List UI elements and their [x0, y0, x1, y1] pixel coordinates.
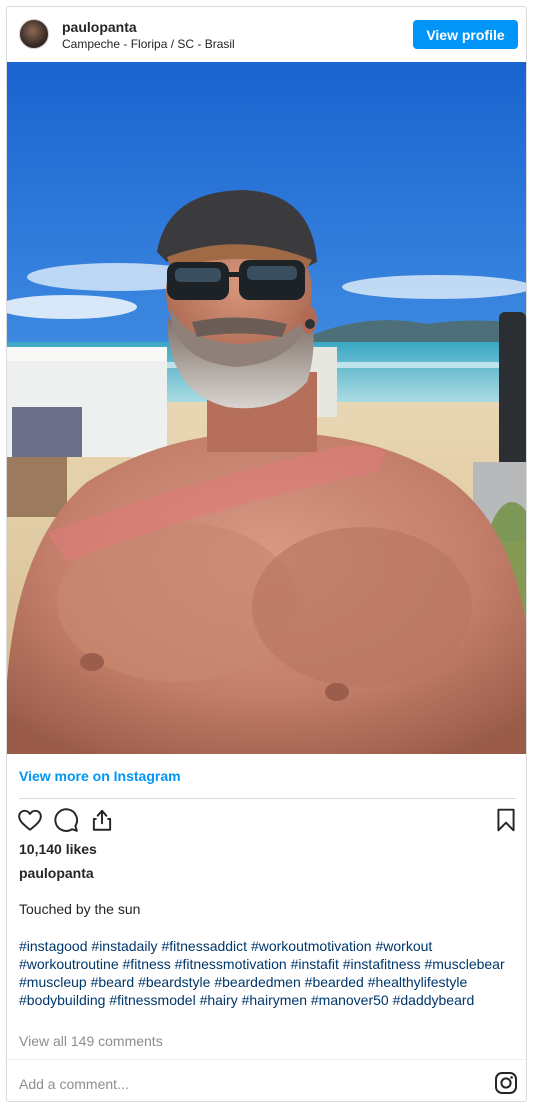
- divider: [19, 798, 516, 799]
- instagram-embed-card: paulopanta Campeche - Floripa / SC - Bra…: [6, 6, 527, 1102]
- heart-icon[interactable]: [17, 807, 43, 833]
- comment-icon-svg: [54, 808, 78, 832]
- hashtag-link[interactable]: #instafitness: [343, 956, 421, 972]
- view-profile-button[interactable]: View profile: [413, 20, 518, 49]
- hashtag-link[interactable]: #beard: [91, 974, 135, 990]
- post-username[interactable]: paulopanta: [19, 865, 94, 881]
- hashtag-link[interactable]: #hairymen: [242, 992, 307, 1008]
- username[interactable]: paulopanta: [62, 19, 137, 35]
- action-bar: [7, 807, 526, 837]
- hashtag-link[interactable]: #muscleup: [19, 974, 87, 990]
- caption: Touched by the sun: [19, 901, 141, 917]
- hashtags: #instagood #instadaily #fitnessaddict #w…: [19, 937, 519, 1009]
- likes-count[interactable]: 10,140 likes: [19, 841, 97, 857]
- instagram-icon[interactable]: [494, 1071, 518, 1095]
- heart-icon-svg: [18, 809, 42, 831]
- comment-icon[interactable]: [53, 807, 79, 833]
- share-icon-svg: [92, 809, 112, 831]
- hashtag-link[interactable]: #healthylifestyle: [368, 974, 468, 990]
- instagram-icon-svg: [495, 1072, 517, 1094]
- avatar[interactable]: [19, 19, 49, 49]
- post-header: paulopanta Campeche - Floripa / SC - Bra…: [7, 7, 526, 62]
- hashtag-link[interactable]: #fitnessmotivation: [175, 956, 287, 972]
- hashtag-link[interactable]: #beardstyle: [138, 974, 210, 990]
- divider: [7, 1059, 526, 1060]
- hashtag-link[interactable]: #manover50: [311, 992, 389, 1008]
- bookmark-icon-svg: [497, 808, 515, 832]
- hashtag-link[interactable]: #daddybeard: [393, 992, 475, 1008]
- photo-illustration: [7, 62, 526, 754]
- view-more-link[interactable]: View more on Instagram: [19, 768, 181, 784]
- hashtag-link[interactable]: #workoutmotivation: [251, 938, 372, 954]
- hashtag-link[interactable]: #workout: [375, 938, 432, 954]
- hashtag-link[interactable]: #instadaily: [91, 938, 157, 954]
- hashtag-link[interactable]: #bearded: [305, 974, 364, 990]
- bookmark-icon[interactable]: [493, 807, 519, 833]
- add-comment-input[interactable]: Add a comment...: [19, 1076, 129, 1092]
- hashtag-link[interactable]: #fitness: [123, 956, 171, 972]
- view-comments-link[interactable]: View all 149 comments: [19, 1033, 163, 1049]
- share-icon[interactable]: [89, 807, 115, 833]
- hashtag-link[interactable]: #instagood: [19, 938, 88, 954]
- hashtag-link[interactable]: #beardedmen: [214, 974, 300, 990]
- hashtag-link[interactable]: #instafit: [291, 956, 339, 972]
- hashtag-link[interactable]: #musclebear: [424, 956, 504, 972]
- hashtag-link[interactable]: #bodybuilding: [19, 992, 105, 1008]
- hashtag-link[interactable]: #hairy: [200, 992, 238, 1008]
- location[interactable]: Campeche - Floripa / SC - Brasil: [62, 37, 235, 51]
- post-photo[interactable]: [7, 62, 526, 754]
- hashtag-link[interactable]: #fitnessmodel: [109, 992, 195, 1008]
- hashtag-link[interactable]: #workoutroutine: [19, 956, 119, 972]
- hashtag-link[interactable]: #fitnessaddict: [161, 938, 247, 954]
